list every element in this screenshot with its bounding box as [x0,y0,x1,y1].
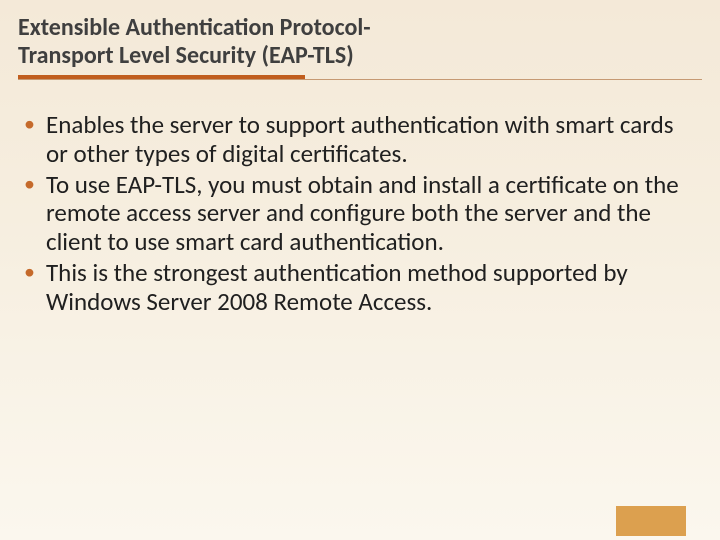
list-item: To use EAP-TLS, you must obtain and inst… [18,171,700,257]
slide-content: Enables the server to support authentica… [0,89,720,316]
title-divider [18,75,702,81]
bullet-list: Enables the server to support authentica… [18,111,700,316]
title-line-2: Transport Level Security (EAP-TLS) [18,41,354,70]
list-item: Enables the server to support authentica… [18,111,700,169]
footer-accent [616,506,686,536]
slide-header: Extensible Authentication Protocol- Tran… [0,0,720,89]
slide-title: Extensible Authentication Protocol- Tran… [18,14,702,69]
list-item: This is the strongest authentication met… [18,259,700,317]
title-line-1: Extensible Authentication Protocol- [18,13,371,42]
